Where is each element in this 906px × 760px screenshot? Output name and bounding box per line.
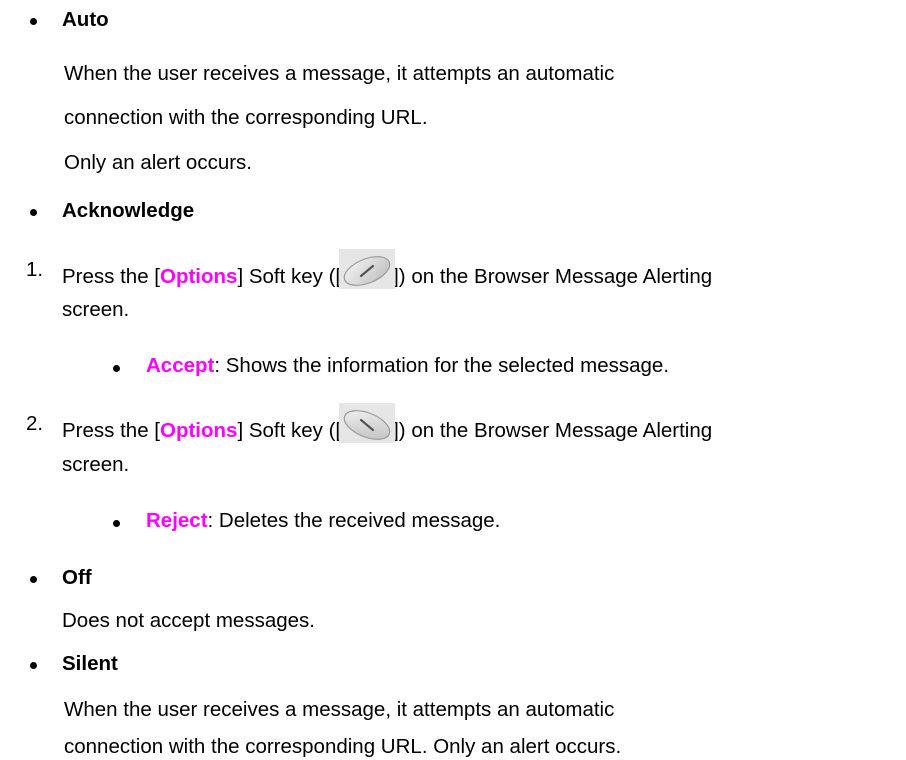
bullet-off xyxy=(30,576,37,583)
bullet-acknowledge xyxy=(30,209,37,216)
step-text: ]) on the Browser Message Alerting xyxy=(393,265,713,288)
reject-label: Reject xyxy=(146,509,208,532)
accept-line: Accept: Shows the information for the se… xyxy=(146,353,669,379)
options-key-label: Options xyxy=(160,419,238,442)
right-soft-key-icon xyxy=(339,403,396,443)
step-2-line: Press the [Options] Soft key ([ ]) on th… xyxy=(62,403,713,444)
auto-text-line: connection with the corresponding URL. xyxy=(64,106,428,129)
auto-text-line: When the user receives a message, it att… xyxy=(64,62,615,85)
silent-text-line: When the user receives a message, it att… xyxy=(64,698,615,721)
bullet-silent xyxy=(30,662,37,669)
step-1-line: Press the [Options] Soft key ([ ]) on th… xyxy=(62,249,713,290)
step-text: Press the [ xyxy=(62,265,160,288)
auto-text-line: Only an alert occurs. xyxy=(64,151,252,174)
step-number: 2. xyxy=(26,412,44,435)
accept-description: : Shows the information for the selected… xyxy=(214,354,670,377)
item-title-silent: Silent xyxy=(62,652,118,675)
off-text-line: Does not accept messages. xyxy=(62,609,315,632)
reject-line: Reject: Deletes the received message. xyxy=(146,508,500,534)
step-text: Press the [ xyxy=(62,419,160,442)
step-1-cont: screen. xyxy=(62,298,130,321)
silent-text-line: connection with the corresponding URL. O… xyxy=(64,735,622,758)
step-2-cont: screen. xyxy=(62,453,130,476)
left-soft-key-icon xyxy=(339,249,396,289)
step-number: 1. xyxy=(26,258,44,281)
accept-label: Accept xyxy=(146,354,215,377)
item-title-auto: Auto xyxy=(62,8,109,31)
item-title-acknowledge: Acknowledge xyxy=(62,199,195,222)
options-key-label: Options xyxy=(160,265,238,288)
bullet-accept xyxy=(113,365,120,372)
step-text: ] Soft key ([ xyxy=(237,265,342,288)
step-text: ]) on the Browser Message Alerting xyxy=(393,419,713,442)
bullet-reject xyxy=(113,520,120,527)
reject-description: : Deletes the received message. xyxy=(207,509,501,532)
bullet-auto xyxy=(30,18,37,25)
item-title-off: Off xyxy=(62,566,92,589)
step-text: ] Soft key ([ xyxy=(237,419,342,442)
